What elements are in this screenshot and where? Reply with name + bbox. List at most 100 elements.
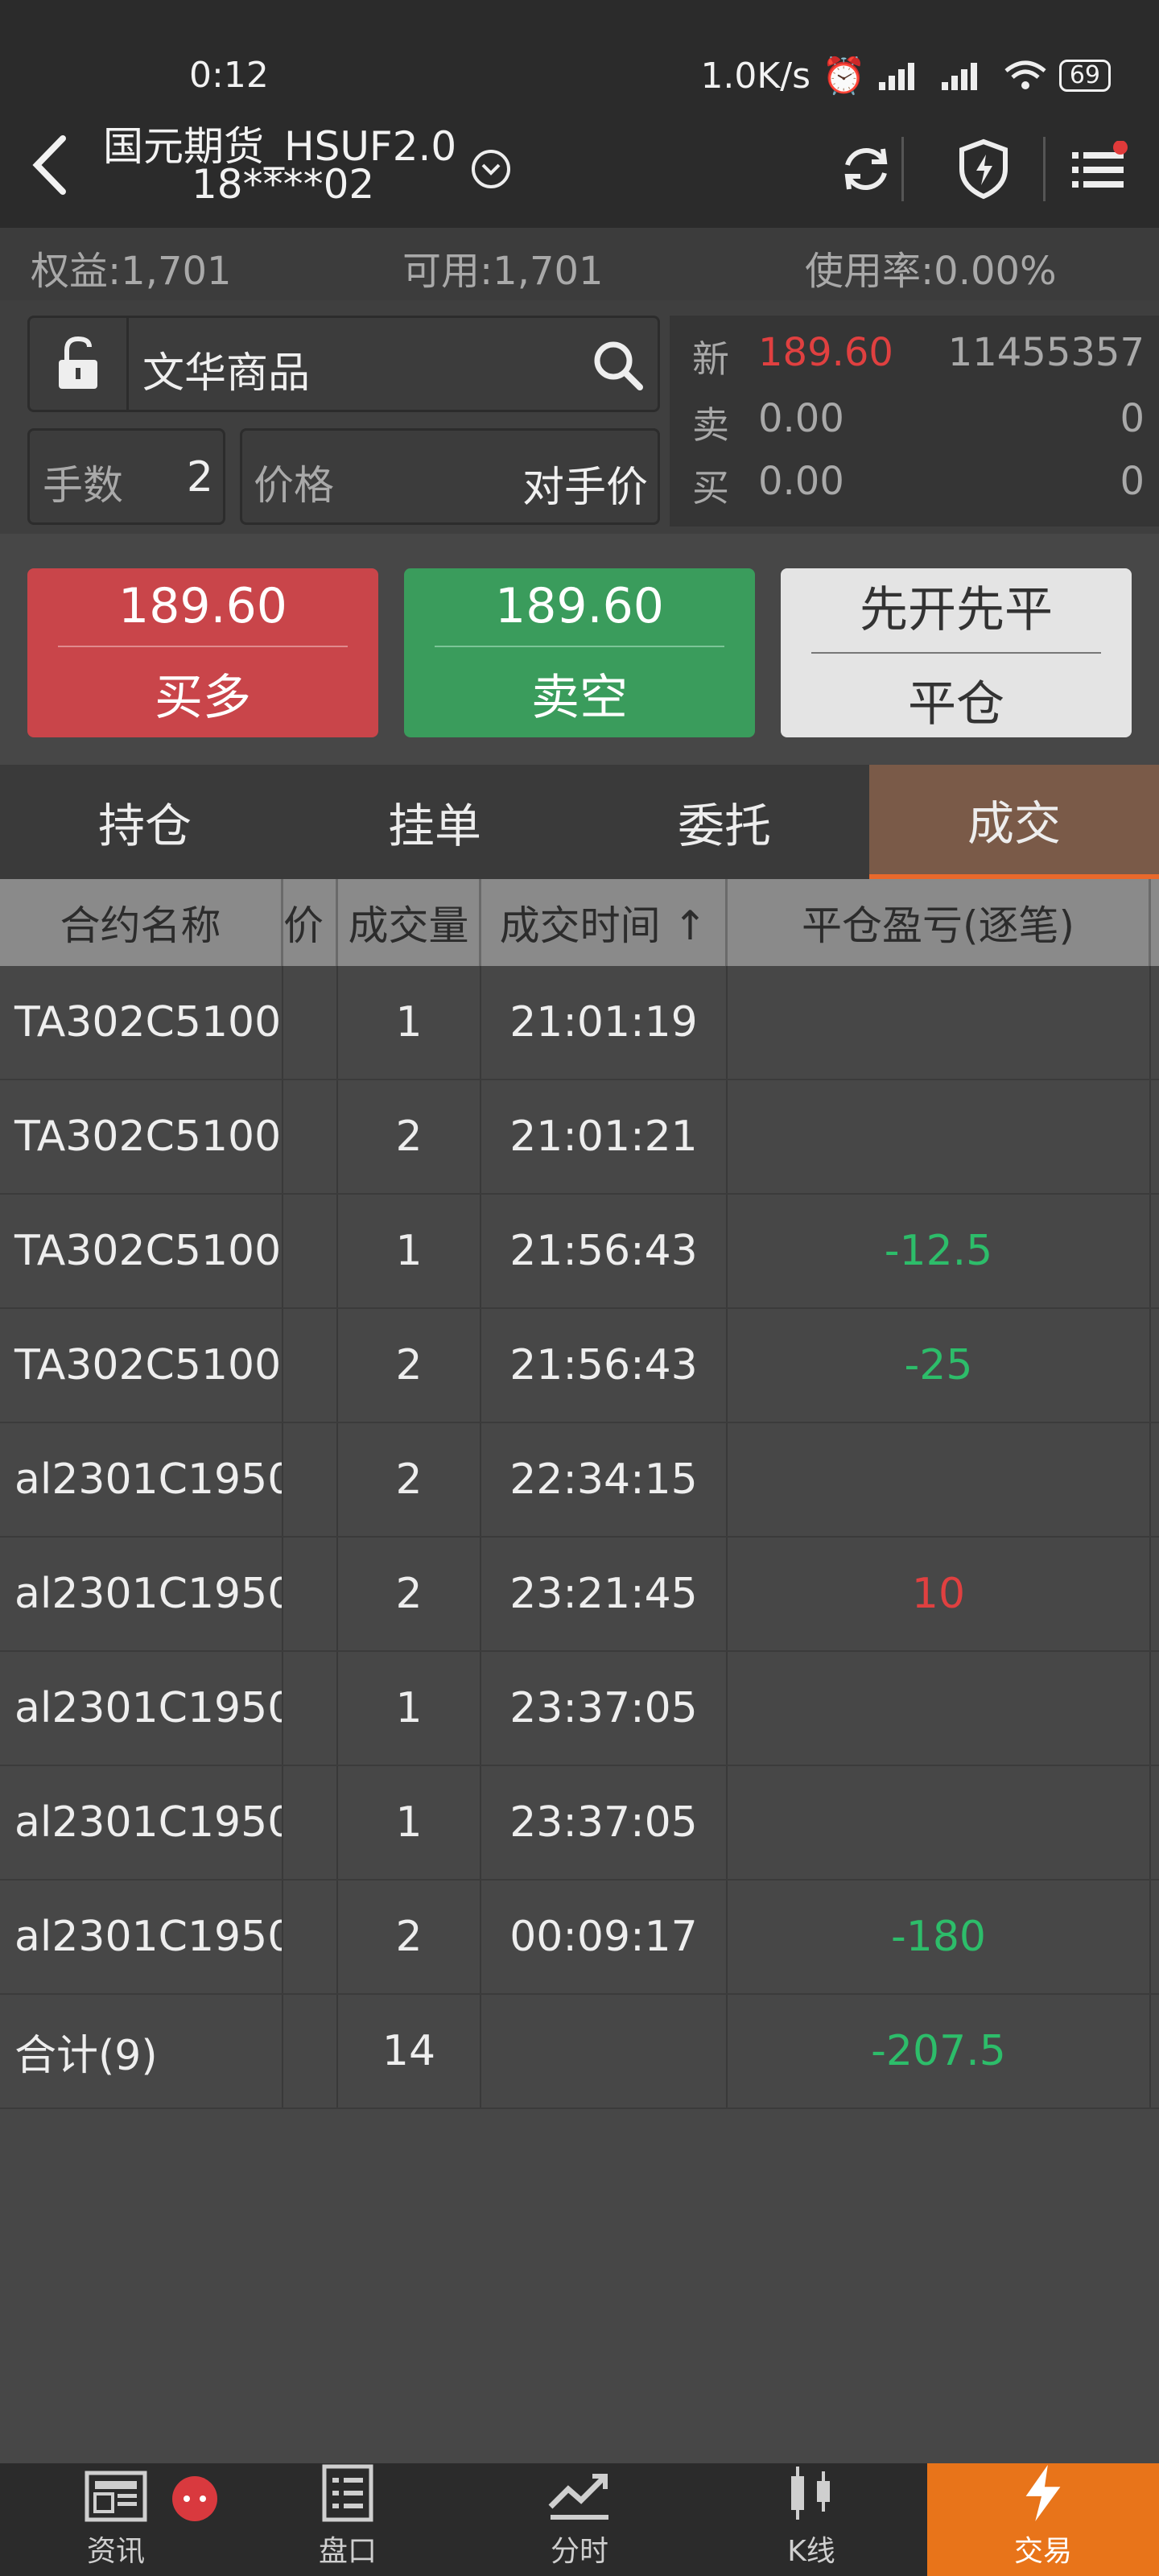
sell-label: 卖: [692, 403, 729, 447]
table-row[interactable]: TA302C5100) 1 21:56:43 -12.5: [0, 1195, 1159, 1309]
nav-label: K线: [787, 2535, 835, 2568]
nav-kline[interactable]: K线: [695, 2463, 927, 2576]
new-label: 新: [692, 337, 729, 381]
close-position-button[interactable]: 先开先平 平仓: [781, 568, 1132, 737]
menu-icon[interactable]: [1067, 137, 1132, 201]
table-row[interactable]: al2301C19500 2 22:34:15: [0, 1423, 1159, 1538]
quote-panel: 新 189.60 11455357 卖 0.00 0 买 0.00 0: [670, 316, 1159, 526]
divider: [1043, 137, 1046, 201]
nav-label: 盘口: [318, 2535, 377, 2568]
table-row[interactable]: al2301C19500 1 23:37:05: [0, 1766, 1159, 1880]
total-label: 合计(9): [0, 1995, 283, 2107]
cell-contract: al2301C19500: [0, 1423, 283, 1536]
cell-contract: al2301C19500: [0, 1652, 283, 1765]
cell-contract: TA302C51005: [0, 1080, 283, 1193]
sell-price: 0.00: [758, 396, 844, 441]
cell-qty: 1: [338, 966, 481, 1079]
status-bar: 0:12 1.0K/s ⏰ 69: [0, 0, 1159, 109]
equity-text: 权益:1,701: [31, 249, 232, 294]
table-row[interactable]: TA302C51005 2 21:01:21: [0, 1080, 1159, 1195]
close-mode: 先开先平: [860, 582, 1053, 638]
instrument-name: 文华商品: [142, 349, 311, 398]
chevron-down-icon[interactable]: [471, 149, 511, 189]
col-qty[interactable]: 成交量: [338, 879, 481, 966]
table-header: 合约名称 价 成交量 成交时间 ↑ 平仓盈亏(逐笔): [0, 879, 1159, 966]
unlock-icon[interactable]: [30, 318, 129, 410]
lots-field[interactable]: 手数 2: [27, 428, 225, 525]
table-row[interactable]: TA302C5100) 2 21:56:43 -25: [0, 1309, 1159, 1423]
candlestick-icon: [791, 2467, 830, 2520]
tab-orders[interactable]: 委托: [580, 765, 869, 879]
cell-qty: 1: [338, 1195, 481, 1307]
divider: [901, 137, 904, 201]
cell-qty: 2: [338, 1880, 481, 1993]
sell-short-button[interactable]: 189.60 卖空: [404, 568, 755, 737]
col-time[interactable]: 成交时间 ↑: [481, 879, 728, 966]
lots-value[interactable]: 2: [187, 453, 213, 502]
status-icons: 1.0K/s ⏰ 69: [700, 55, 1111, 97]
lots-label: 手数: [43, 462, 123, 509]
alarm-icon: ⏰: [822, 56, 866, 97]
back-arrow-icon[interactable]: [26, 129, 74, 201]
nav-trade[interactable]: 交易: [927, 2463, 1159, 2576]
cell-pnl: [728, 1080, 1151, 1193]
col-price[interactable]: 价: [283, 879, 338, 966]
table-row[interactable]: TA302C51005 1 21:01:19: [0, 966, 1159, 1080]
cell-contract: al2301C19500: [0, 1538, 283, 1650]
cell-time: 23:21:45: [481, 1538, 728, 1650]
sell-qty: 0: [1120, 396, 1145, 441]
col-contract[interactable]: 合约名称: [0, 879, 283, 966]
cell-pnl: -180: [728, 1880, 1151, 1993]
buy-long-button[interactable]: 189.60 买多: [27, 568, 378, 737]
nav-intraday[interactable]: 分时: [464, 2463, 695, 2576]
table-row[interactable]: al2301C19500 1 23:37:05: [0, 1652, 1159, 1766]
instrument-selector[interactable]: 文华商品: [27, 316, 660, 412]
line-chart-icon: [548, 2474, 608, 2520]
tab-bar: 持仓 挂单 委托 成交: [0, 765, 1159, 879]
cell-contract: TA302C5100): [0, 1195, 283, 1307]
tab-positions[interactable]: 持仓: [0, 765, 290, 879]
cell-qty: 2: [338, 1538, 481, 1650]
total-pnl: -207.5: [728, 1995, 1151, 2107]
col-pnl[interactable]: 平仓盈亏(逐笔): [728, 879, 1151, 966]
price-label: 价格: [254, 462, 334, 509]
sell-price: 189.60: [495, 577, 664, 634]
cell-qty: 2: [338, 1080, 481, 1193]
cell-qty: 2: [338, 1423, 481, 1536]
status-time: 0:12: [189, 55, 269, 96]
nav-label: 资讯: [86, 2535, 145, 2568]
signal-icon-2: [941, 63, 977, 90]
cell-time: 22:34:15: [481, 1423, 728, 1536]
lightning-icon: [1025, 2464, 1061, 2522]
cell-time: 21:56:43: [481, 1195, 728, 1307]
close-label: 平仓: [908, 676, 1004, 733]
buy-price: 189.60: [118, 577, 287, 634]
account-id[interactable]: 18****02: [192, 161, 374, 208]
price-field[interactable]: 价格 对手价: [240, 428, 660, 525]
total-qty: 14: [338, 1995, 481, 2107]
cell-time: 21:01:21: [481, 1080, 728, 1193]
tab-pending[interactable]: 挂单: [290, 765, 580, 879]
table-row[interactable]: al2301C19500 2 23:21:45 10: [0, 1538, 1159, 1652]
net-speed: 1.0K/s: [700, 55, 811, 97]
tab-trades[interactable]: 成交: [869, 765, 1159, 879]
battery-icon: 69: [1058, 60, 1111, 92]
sell-label: 卖空: [531, 669, 628, 726]
cell-time: 23:37:05: [481, 1652, 728, 1765]
nav-orderbook[interactable]: 盘口: [232, 2463, 464, 2576]
bottom-nav: 资讯 盘口 分时 K线 交易: [0, 2463, 1159, 2576]
price-type[interactable]: 对手价: [522, 453, 648, 514]
refresh-icon[interactable]: [834, 137, 898, 201]
buy-label: 买多: [155, 669, 251, 726]
account-summary: 权益:1,701 可用:1,701 使用率:0.00%: [0, 228, 1159, 300]
cell-time: 23:37:05: [481, 1766, 728, 1879]
search-icon[interactable]: [592, 339, 645, 392]
cell-time: 21:56:43: [481, 1309, 728, 1422]
new-price: 189.60: [758, 330, 893, 375]
signal-icon: [878, 63, 914, 90]
shield-lightning-icon[interactable]: [951, 137, 1016, 201]
cell-pnl: -25: [728, 1309, 1151, 1422]
cell-qty: 1: [338, 1652, 481, 1765]
cell-time: 21:01:19: [481, 966, 728, 1079]
table-row[interactable]: al2301C19500 2 00:09:17 -180: [0, 1880, 1159, 1995]
